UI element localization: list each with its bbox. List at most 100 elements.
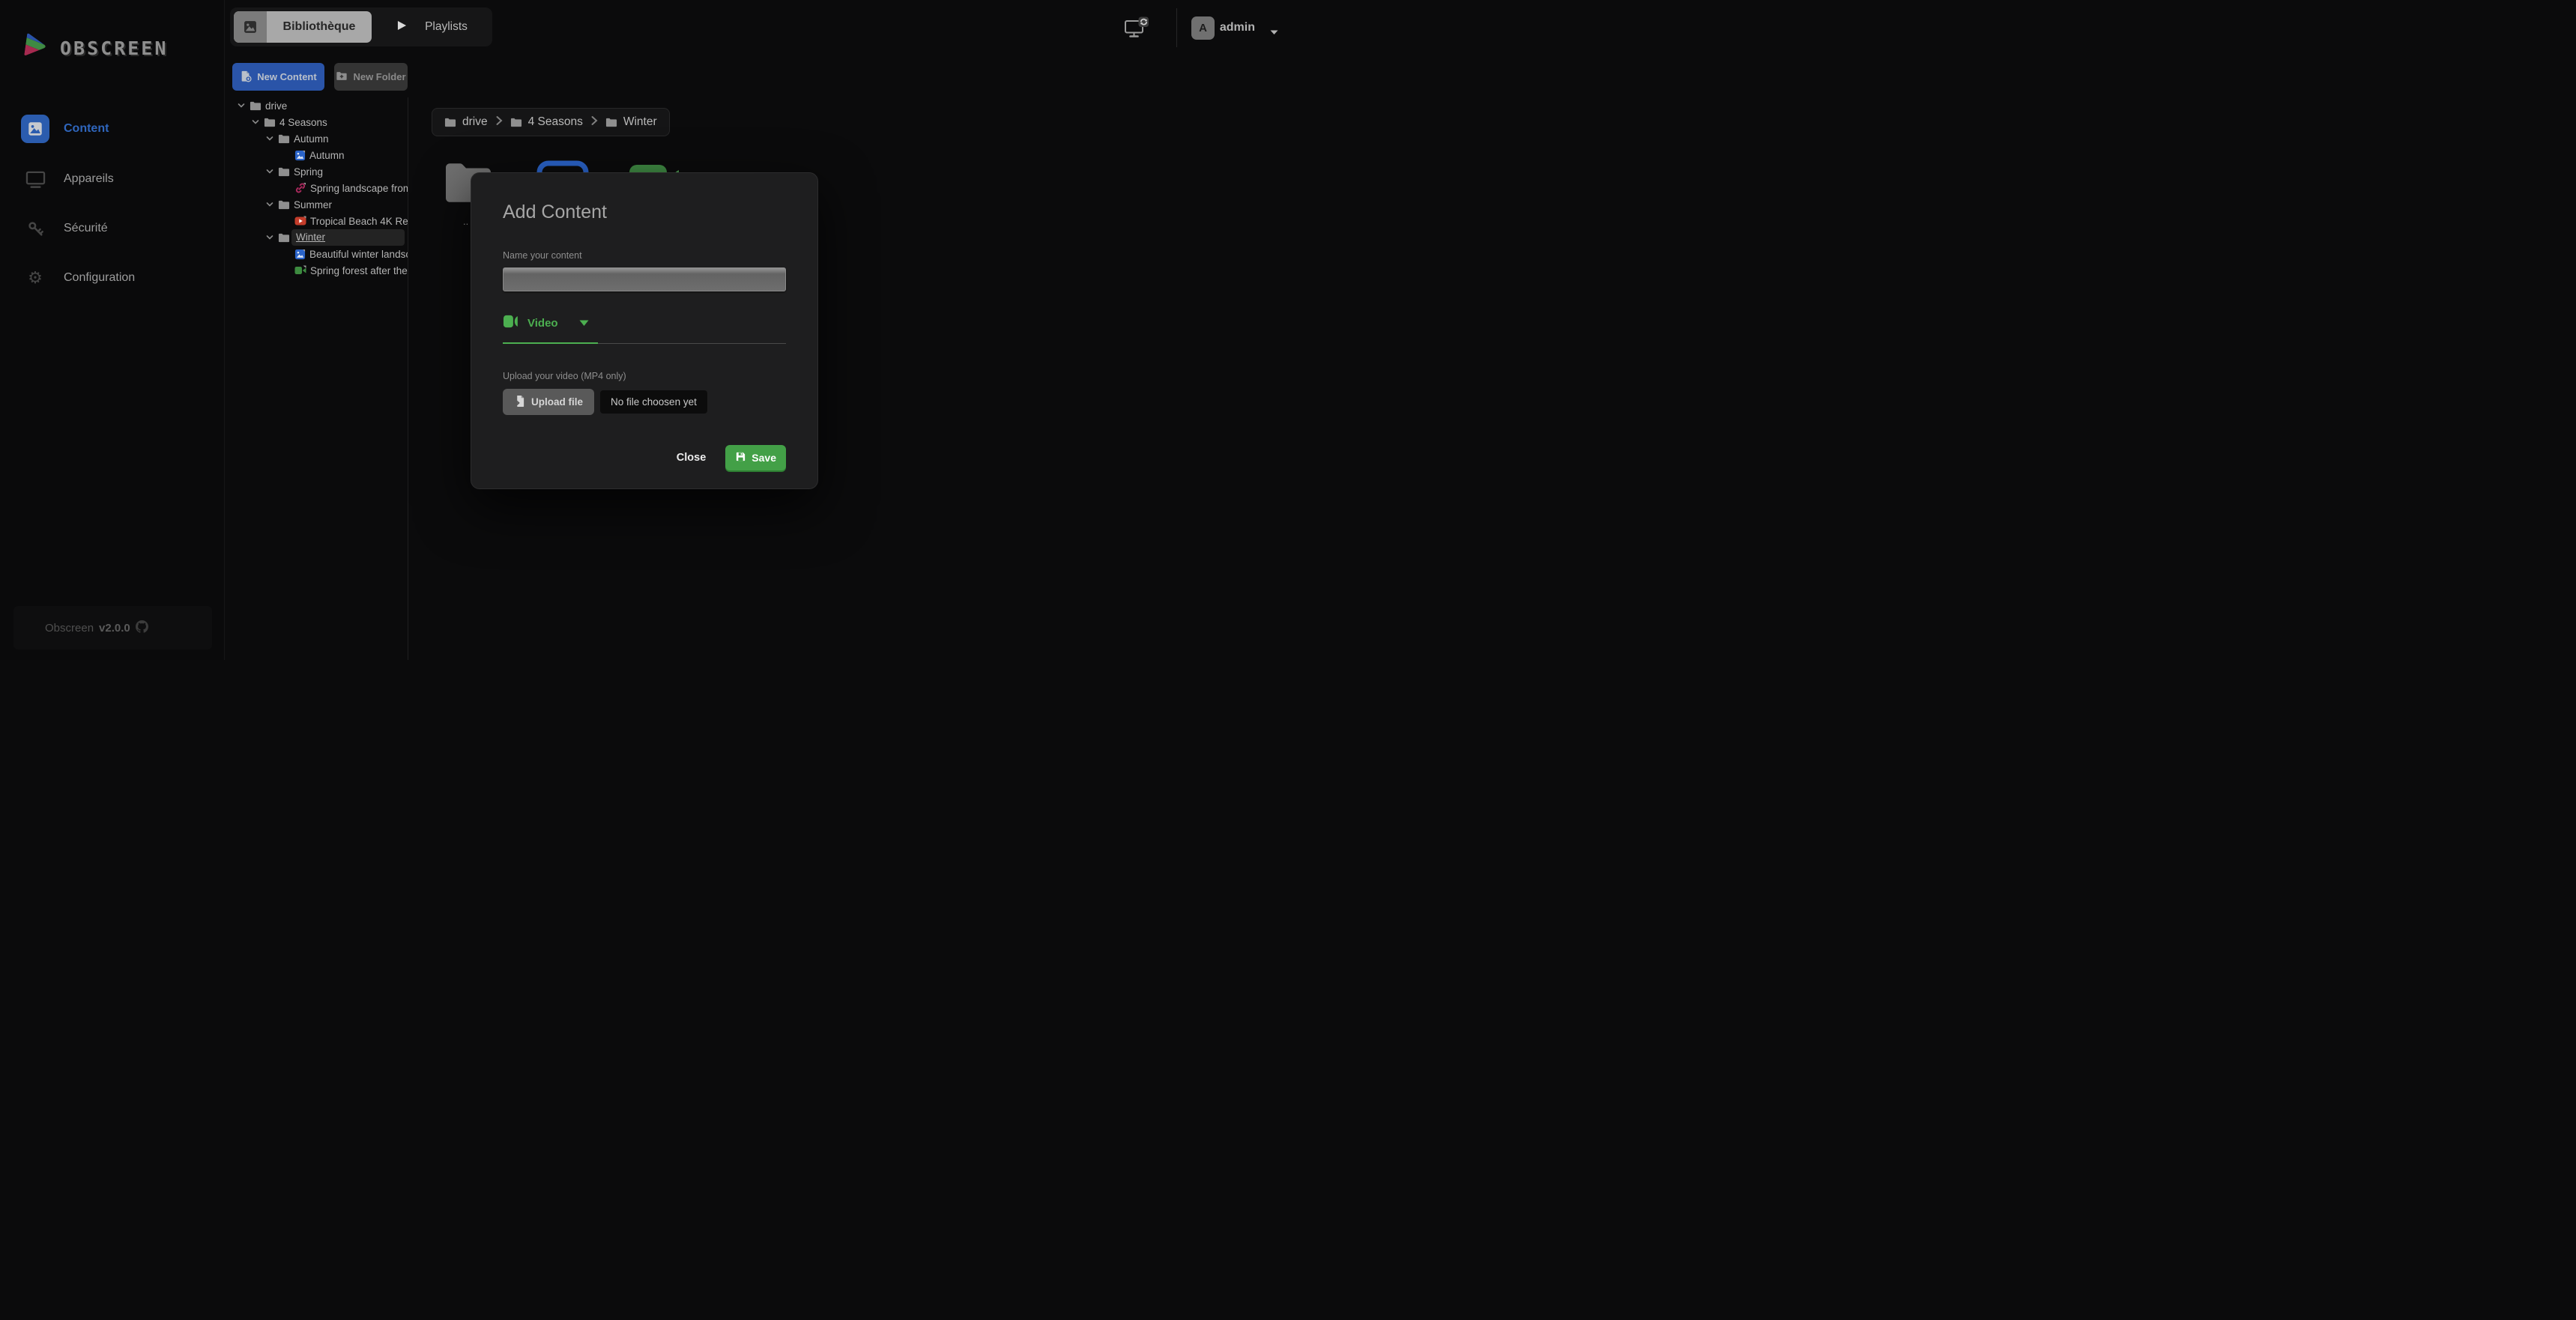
caret-down-icon[interactable]	[1270, 25, 1278, 39]
tab-playlists[interactable]: Playlists	[376, 11, 489, 43]
save-button[interactable]: Save	[725, 445, 786, 470]
content-type-value: Video	[527, 317, 558, 330]
video-camera-icon	[503, 314, 520, 333]
logo-text: OBSCREEN	[60, 37, 168, 59]
close-button[interactable]: Close	[677, 452, 707, 464]
image-icon	[234, 11, 267, 43]
tree-item-winter[interactable]: Winter	[225, 229, 408, 246]
folder-icon	[264, 117, 276, 128]
tree-item-spring-landscape-from-sl[interactable]: Spring landscape from sl	[225, 180, 408, 196]
select-underline	[503, 342, 786, 344]
name-field-label: Name your content	[503, 250, 786, 261]
sidebar-footer: Obscreen v2.0.0	[13, 606, 212, 650]
tree-item-label: Spring	[294, 166, 323, 178]
sidebar-item-label: Sécurité	[64, 222, 108, 235]
content-type-select[interactable]: Video	[503, 314, 615, 333]
caret-down-icon	[579, 317, 589, 330]
no-file-chosen-text: No file choosen yet	[600, 390, 707, 414]
cast-sync-icon[interactable]	[1124, 16, 1149, 43]
sidebar: OBSCREEN Content Appareils	[0, 0, 225, 660]
tree-item-label: Spring landscape from sl	[310, 183, 408, 194]
app-logo: OBSCREEN	[21, 33, 168, 64]
play-icon	[397, 19, 407, 35]
save-label: Save	[752, 452, 776, 464]
github-icon[interactable]	[136, 620, 148, 636]
new-folder-label: New Folder	[353, 71, 405, 82]
folder-tree: drive 4 Seasons Autumn Autumn Spring Spring l…	[225, 97, 408, 660]
folder-plus-icon	[336, 70, 348, 84]
folder-icon	[444, 117, 456, 128]
chevron-down-icon[interactable]	[237, 101, 246, 110]
youtube-icon	[294, 216, 306, 226]
tree-item-autumn[interactable]: Autumn	[225, 147, 408, 163]
folder-icon	[278, 199, 290, 211]
content-name-input[interactable]	[503, 267, 786, 291]
breadcrumb-segment-drive[interactable]: drive	[444, 115, 488, 129]
tree-item-label: Beautiful winter landscap	[309, 249, 408, 260]
tree-item-tropical-beach-4k-relaxa[interactable]: Tropical Beach 4K Relaxa	[225, 213, 408, 229]
tree-item-autumn[interactable]: Autumn	[225, 130, 408, 147]
sidebar-item-configuration[interactable]: ⚙ Configuration	[0, 261, 225, 294]
avatar[interactable]: A	[1191, 16, 1215, 40]
file-upload-icon	[514, 395, 525, 410]
video-icon	[294, 265, 306, 276]
footer-app-name: Obscreen	[45, 622, 94, 635]
link-icon	[294, 182, 306, 194]
tree-item-label: Summer	[294, 199, 332, 211]
sidebar-item-content[interactable]: Content	[0, 112, 225, 145]
chevron-down-icon[interactable]	[265, 200, 274, 209]
breadcrumb-segment-4-seasons[interactable]: 4 Seasons	[510, 115, 583, 129]
upload-field-label: Upload your video (MP4 only)	[503, 371, 786, 381]
sidebar-item-appareils[interactable]: Appareils	[0, 163, 225, 196]
folder-icon	[510, 117, 522, 128]
tree-item-label: drive	[265, 100, 287, 112]
tree-item-label: Spring forest after the sn	[310, 265, 408, 276]
image-icon	[21, 115, 49, 143]
tree-selected-highlight: Winter	[291, 229, 405, 246]
upload-file-button[interactable]: Upload file	[503, 389, 594, 415]
gear-icon: ⚙	[25, 270, 46, 286]
breadcrumb-segment-winter[interactable]: Winter	[605, 115, 657, 129]
logo-play-icon	[21, 33, 48, 64]
tree-item-drive[interactable]: drive	[225, 97, 408, 114]
save-icon	[735, 451, 746, 464]
chevron-down-icon[interactable]	[251, 118, 260, 127]
parent-folder-label: ..	[463, 216, 468, 227]
tree-item-label: Winter	[296, 231, 325, 243]
chevron-right-icon	[495, 115, 503, 130]
footer-version: v2.0.0	[99, 622, 130, 635]
folder-icon	[250, 100, 261, 112]
folder-icon	[278, 133, 290, 145]
tree-item-summer[interactable]: Summer	[225, 196, 408, 213]
add-content-modal: Add Content Name your content Video Uplo…	[471, 172, 818, 489]
tree-item-label: 4 Seasons	[279, 117, 327, 128]
new-content-button[interactable]: New Content	[232, 63, 324, 91]
new-folder-button[interactable]: New Folder	[334, 63, 408, 91]
tree-item-label: Autumn	[309, 150, 345, 161]
image-icon	[294, 249, 306, 260]
new-content-label: New Content	[257, 71, 316, 82]
user-menu-name[interactable]: admin	[1220, 21, 1255, 34]
tab-label: Bibliothèque	[267, 20, 372, 34]
tree-item-label: Autumn	[294, 133, 329, 145]
chevron-down-icon[interactable]	[265, 167, 274, 176]
tab-bibliotheque[interactable]: Bibliothèque	[234, 11, 372, 43]
folder-icon	[605, 117, 617, 128]
tree-item-label: Tropical Beach 4K Relaxa	[310, 216, 408, 227]
tree-item-spring[interactable]: Spring	[225, 163, 408, 180]
breadcrumb-label: 4 Seasons	[528, 115, 583, 129]
chevron-down-icon[interactable]	[265, 233, 274, 242]
tree-item-beautiful-winter-landscap[interactable]: Beautiful winter landscap	[225, 246, 408, 262]
modal-title: Add Content	[503, 202, 786, 223]
sidebar-item-securite[interactable]: Sécurité	[0, 212, 225, 245]
breadcrumb-label: Winter	[623, 115, 657, 129]
key-icon	[25, 220, 46, 238]
folder-icon	[278, 166, 290, 178]
tree-item-4-seasons[interactable]: 4 Seasons	[225, 114, 408, 130]
chevron-down-icon[interactable]	[265, 134, 274, 143]
tree-item-spring-forest-after-the-sn[interactable]: Spring forest after the sn	[225, 262, 408, 279]
image-icon	[294, 150, 306, 161]
chevron-right-icon	[590, 115, 598, 130]
main-tabs: Bibliothèque Playlists	[230, 7, 492, 46]
breadcrumb-label: drive	[462, 115, 488, 129]
